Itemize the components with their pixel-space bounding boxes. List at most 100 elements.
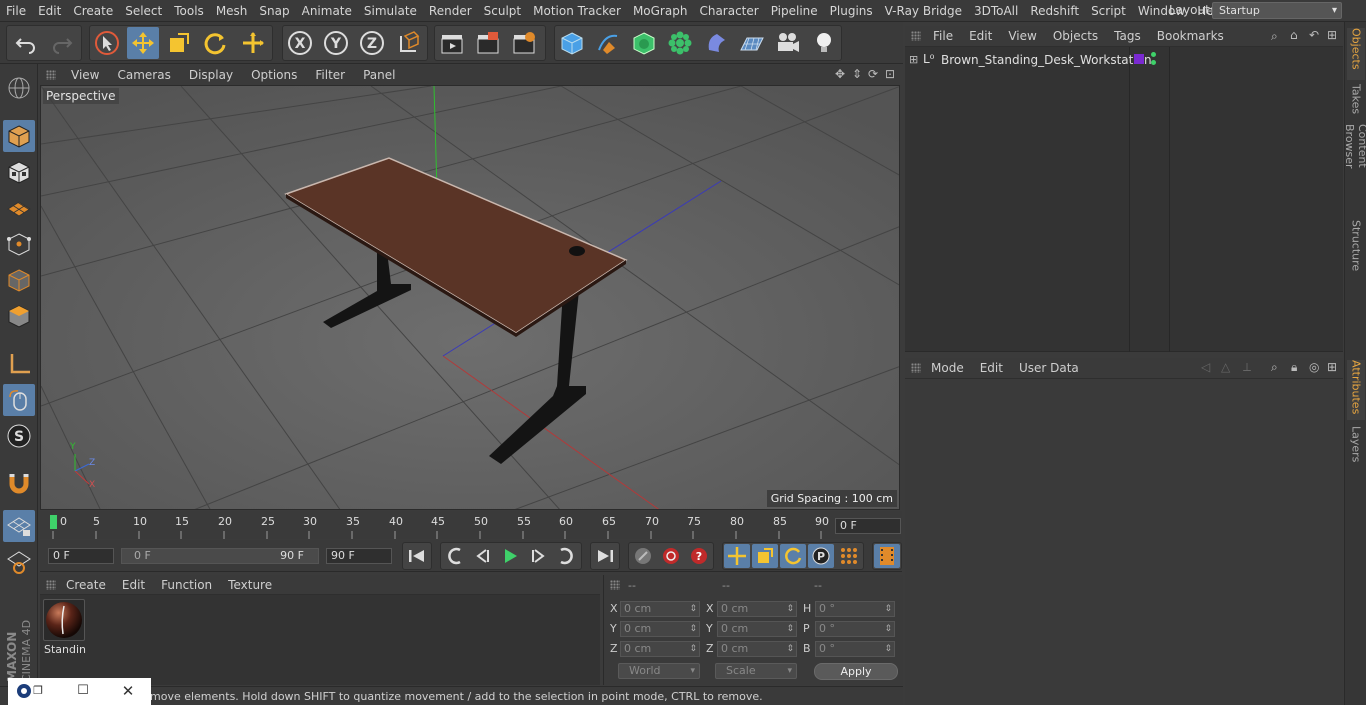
material-menu-texture[interactable]: Texture: [220, 578, 280, 592]
menu-file[interactable]: File: [0, 4, 32, 18]
menu-render[interactable]: Render: [423, 4, 478, 18]
z-axis-button[interactable]: Z: [356, 27, 388, 59]
make-editable-button[interactable]: [3, 72, 35, 104]
object-manager-grip[interactable]: [911, 31, 921, 41]
search-icon[interactable]: ⌕: [1271, 29, 1278, 44]
key-position-button[interactable]: [724, 544, 750, 568]
goto-start-button[interactable]: [404, 544, 430, 568]
tab-structure[interactable]: Structure: [1347, 220, 1365, 274]
expand-plus-icon[interactable]: ⊞: [909, 53, 918, 66]
previous-key-button[interactable]: [442, 544, 468, 568]
render-settings-button[interactable]: [508, 27, 540, 59]
object-menu-edit[interactable]: Edit: [961, 29, 1000, 43]
attribute-manager-grip[interactable]: [911, 363, 921, 373]
restore-icon[interactable]: ❐: [30, 683, 46, 699]
magnet-button[interactable]: [3, 467, 35, 499]
coordinate-system-button[interactable]: [393, 27, 425, 59]
viewport-zoom-icon[interactable]: ⇕: [852, 67, 862, 81]
close-icon[interactable]: ✕: [120, 683, 136, 699]
object-menu-file[interactable]: File: [925, 29, 961, 43]
object-row[interactable]: ⊞ L⁰ Brown_Standing_Desk_Workstation: [905, 51, 1343, 69]
model-mode-button[interactable]: [3, 120, 35, 152]
attribute-search-icon[interactable]: ⌕: [1271, 360, 1278, 375]
menu-pipeline[interactable]: Pipeline: [765, 4, 824, 18]
menu-create[interactable]: Create: [67, 4, 119, 18]
x-axis-button[interactable]: X: [284, 27, 316, 59]
size-x-field[interactable]: 0 cm: [717, 601, 797, 617]
workplane-mode-button[interactable]: [3, 192, 35, 224]
size-mode-select[interactable]: Scale: [715, 663, 797, 679]
home-icon[interactable]: ⌂: [1290, 28, 1298, 42]
object-menu-objects[interactable]: Objects: [1045, 29, 1106, 43]
goto-end-button[interactable]: [592, 544, 618, 568]
render-picture-viewer-button[interactable]: [472, 27, 504, 59]
menu-animate[interactable]: Animate: [296, 4, 358, 18]
attribute-new-window-icon[interactable]: ⊞: [1327, 360, 1337, 374]
snap-button[interactable]: S: [3, 420, 35, 452]
floor-button[interactable]: [736, 27, 768, 59]
texture-mode-button[interactable]: [3, 156, 35, 188]
attribute-menu-edit[interactable]: Edit: [972, 361, 1011, 375]
play-button[interactable]: [497, 544, 523, 568]
transform-tool-button[interactable]: [237, 27, 269, 59]
rotation-p-field[interactable]: 0 °: [815, 621, 895, 637]
rotation-b-field[interactable]: 0 °: [815, 641, 895, 657]
size-y-field[interactable]: 0 cm: [717, 621, 797, 637]
cloner-button[interactable]: [664, 27, 696, 59]
menu-simulate[interactable]: Simulate: [358, 4, 423, 18]
material-thumbnail[interactable]: [43, 599, 85, 641]
axis-mode-button[interactable]: [3, 348, 35, 380]
frame-range-slider[interactable]: 0 F 90 F: [121, 548, 319, 564]
deformer-button[interactable]: [700, 27, 732, 59]
menu-motion-tracker[interactable]: Motion Tracker: [527, 4, 627, 18]
viewport-menu-cameras[interactable]: Cameras: [108, 68, 179, 82]
rotate-tool-button[interactable]: [199, 27, 231, 59]
key-parameter-button[interactable]: P: [808, 544, 834, 568]
keyframe-selection-button[interactable]: ?: [686, 544, 712, 568]
maximize-icon[interactable]: ☐: [75, 683, 91, 699]
menu-sculpt[interactable]: Sculpt: [478, 4, 527, 18]
viewport-pan-icon[interactable]: ✥: [835, 67, 845, 81]
viewport-maximize-icon[interactable]: ⊡: [885, 67, 895, 81]
back-arrow-icon[interactable]: ◁: [1201, 360, 1210, 374]
workplane-align-button[interactable]: [3, 546, 35, 578]
object-menu-view[interactable]: View: [1000, 29, 1044, 43]
render-visibility-dot[interactable]: [1151, 60, 1156, 65]
position-x-field[interactable]: 0 cm: [620, 601, 700, 617]
redo-button[interactable]: [46, 27, 78, 59]
menu-3dtoall[interactable]: 3DToAll: [968, 4, 1024, 18]
layout-select[interactable]: Startup: [1212, 2, 1342, 19]
menu-mesh[interactable]: Mesh: [210, 4, 254, 18]
menu-redshift[interactable]: Redshift: [1024, 4, 1085, 18]
menu-select[interactable]: Select: [119, 4, 168, 18]
points-mode-button[interactable]: [3, 228, 35, 260]
current-frame-field[interactable]: 0 F: [835, 518, 901, 534]
record-active-objects-button[interactable]: [630, 544, 656, 568]
key-pla-button[interactable]: [836, 544, 862, 568]
material-menu-edit[interactable]: Edit: [114, 578, 153, 592]
move-tool-button[interactable]: [127, 27, 159, 59]
menu-snap[interactable]: Snap: [253, 4, 295, 18]
layer-color-swatch[interactable]: [1134, 54, 1144, 64]
up-arrow-icon[interactable]: △: [1221, 360, 1230, 374]
live-selection-button[interactable]: [91, 27, 123, 59]
timeline-ruler[interactable]: 0 5 10 15 20 25 30 35 40 45 50 55 60 65 …: [40, 511, 902, 539]
edges-mode-button[interactable]: [3, 264, 35, 296]
perspective-viewport[interactable]: Y Z X Perspective Grid Spacing : 100 cm: [40, 85, 900, 510]
new-window-icon[interactable]: ⊞: [1327, 28, 1337, 42]
back-icon[interactable]: ↶: [1309, 28, 1319, 42]
viewport-menu-display[interactable]: Display: [180, 68, 242, 82]
coordinate-space-select[interactable]: World: [618, 663, 700, 679]
object-menu-bookmarks[interactable]: Bookmarks: [1149, 29, 1232, 43]
cube-button[interactable]: [556, 27, 588, 59]
object-menu-tags[interactable]: Tags: [1106, 29, 1149, 43]
start-frame-field[interactable]: 0 F: [48, 548, 114, 564]
target-icon[interactable]: ◎: [1309, 360, 1319, 374]
key-rotation-button[interactable]: [780, 544, 806, 568]
attribute-menu-user-data[interactable]: User Data: [1011, 361, 1087, 375]
render-view-button[interactable]: [436, 27, 468, 59]
viewport-grip[interactable]: [46, 70, 56, 80]
menu-tools[interactable]: Tools: [168, 4, 210, 18]
object-name[interactable]: Brown_Standing_Desk_Workstation: [941, 53, 1152, 67]
end-frame-field[interactable]: 90 F: [326, 548, 392, 564]
